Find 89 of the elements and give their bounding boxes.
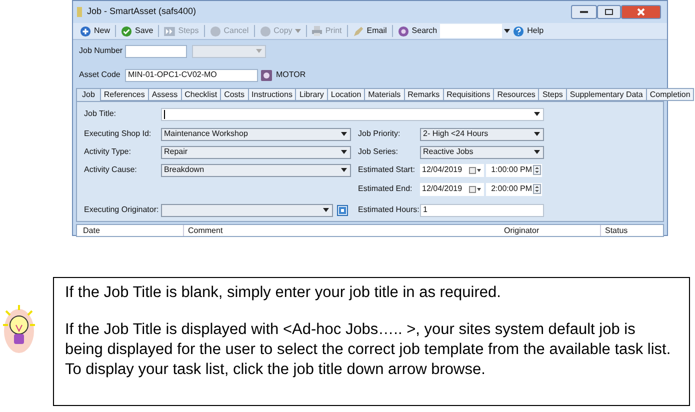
search-field[interactable] <box>440 24 502 38</box>
field-label: Activity Cause: <box>84 164 138 176</box>
printer-icon <box>312 26 322 36</box>
column-header[interactable]: Date <box>77 225 183 236</box>
tab[interactable]: Instructions <box>248 88 296 101</box>
dropdown-field[interactable]: 2- High <24 Hours <box>420 128 544 140</box>
spinner-icon[interactable] <box>533 165 541 175</box>
field-label: Estimated Start: <box>358 164 416 176</box>
field-label: Job Series: <box>358 146 400 158</box>
tab[interactable]: Remarks <box>404 88 444 101</box>
tab[interactable]: Assess <box>148 88 182 101</box>
dropdown-field[interactable]: Repair <box>161 146 351 158</box>
tab[interactable]: Completion <box>646 88 694 101</box>
forward-icon <box>164 26 176 36</box>
caret-icon <box>341 132 347 136</box>
asset-description: MOTOR <box>276 69 306 81</box>
toolbar-button[interactable]: Search <box>396 24 438 38</box>
app-icon <box>77 7 82 17</box>
dropdown-field[interactable] <box>192 44 266 58</box>
field-label: Estimated Hours: <box>358 204 420 216</box>
dropdown-field[interactable]: Breakdown <box>161 164 351 176</box>
tab[interactable]: Requisitions <box>444 88 494 101</box>
caret-icon <box>323 208 329 212</box>
caret-icon <box>295 29 302 33</box>
toolbar-button[interactable]: Email <box>352 24 388 38</box>
tab[interactable]: Resources <box>494 88 540 101</box>
close-button[interactable] <box>621 5 661 19</box>
dropdown-field[interactable] <box>161 204 333 216</box>
lightbulb-icon <box>2 305 36 355</box>
tab[interactable]: Supplementary Data <box>566 88 647 101</box>
spinner-icon[interactable] <box>533 184 541 194</box>
tab[interactable]: Location <box>328 88 366 101</box>
plus-icon <box>80 26 91 36</box>
calendar-icon[interactable] <box>469 186 482 192</box>
job-number-field[interactable] <box>125 44 187 58</box>
note-paragraph: If the Job Title is displayed with <Ad-hoc Jobs….. >, your sites system default job is being displayed for the user to select the correct job template from the available task list. To display your task list, click the job title down arrow browse. <box>65 320 672 380</box>
dropdown-field[interactable]: Maintenance Workshop <box>161 128 351 140</box>
minimize-icon <box>580 10 588 14</box>
tab[interactable]: Steps <box>539 88 567 101</box>
help-icon <box>513 26 524 36</box>
caret-icon <box>341 150 347 154</box>
column-header[interactable]: Status <box>600 225 663 236</box>
toolbar-button[interactable]: Save <box>120 24 154 38</box>
calendar-icon[interactable] <box>469 166 482 174</box>
toolbar-button[interactable]: New <box>79 24 112 38</box>
caret-icon <box>256 49 262 53</box>
tab[interactable]: Costs <box>221 88 249 101</box>
field-label: Executing Shop Id: <box>84 128 152 140</box>
pen-icon <box>352 26 364 36</box>
dropdown-field[interactable]: Reactive Jobs <box>420 146 544 158</box>
close-icon <box>637 8 645 16</box>
caret-icon <box>534 112 540 116</box>
date-field[interactable]: 12/04/2019 <box>420 182 484 196</box>
field-label: Activity Type: <box>84 146 132 158</box>
maximize-button[interactable] <box>597 5 621 19</box>
asset-code-field[interactable]: MIN-01-OPC1-CV02-MO <box>125 68 258 82</box>
tab[interactable]: Checklist <box>182 88 222 101</box>
lookup-icon[interactable] <box>261 70 272 80</box>
field-label: Job Title: <box>84 108 118 120</box>
caret-icon <box>341 168 347 172</box>
time-field[interactable]: 2:00:00 PM <box>486 182 542 196</box>
time-field[interactable]: 1:00:00 PM <box>486 164 542 176</box>
toolbar-button[interactable]: Help <box>512 24 545 38</box>
window-title: Job - SmartAsset (safs400) <box>87 5 196 18</box>
tab[interactable]: Materials <box>365 88 405 101</box>
job-title-field[interactable] <box>161 108 544 120</box>
caret-icon <box>504 29 510 33</box>
field-label: Executing Originator: <box>84 204 160 216</box>
field-label: Estimated End: <box>358 183 414 195</box>
column-header[interactable]: Comment <box>183 225 500 236</box>
column-header[interactable]: Originator <box>500 225 600 236</box>
tab[interactable]: Job <box>76 88 101 101</box>
circle-icon <box>210 26 221 36</box>
browse-button[interactable] <box>337 204 348 216</box>
circle-icon <box>260 26 271 36</box>
maximize-icon <box>605 9 613 15</box>
tab[interactable]: References <box>100 88 149 101</box>
field-label: Job Priority: <box>358 128 402 140</box>
field-label: Job Number <box>79 45 124 57</box>
check-icon <box>121 26 132 36</box>
caret-icon <box>534 150 540 154</box>
tab[interactable]: Library <box>296 88 328 101</box>
date-field[interactable]: 12/04/2019 <box>420 164 484 176</box>
globe-icon <box>398 26 409 36</box>
hours-field[interactable]: 1 <box>420 204 544 216</box>
note-paragraph: If the Job Title is blank, simply enter your job title in as required. <box>65 283 502 303</box>
minimize-button[interactable] <box>571 5 597 19</box>
caret-icon <box>534 132 540 136</box>
field-label: Asset Code <box>79 69 122 81</box>
